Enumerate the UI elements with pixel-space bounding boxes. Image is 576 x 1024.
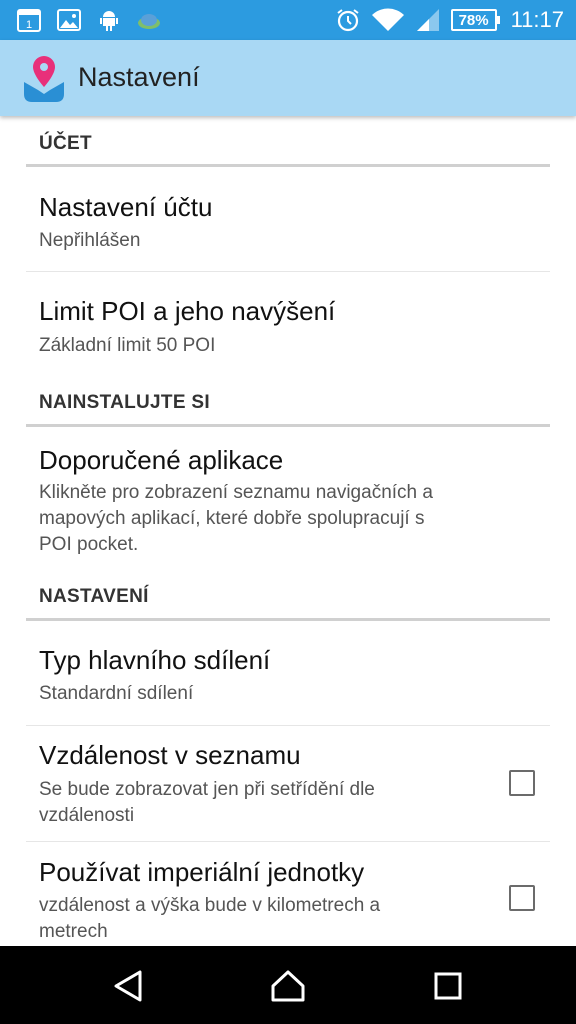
settings-list[interactable]: ÚČET Nastavení účtu Nepřihlášen Limit PO… [0, 116, 576, 946]
pref-summary-line: metrech [39, 921, 108, 942]
pref-summary: Základní limit 50 POI [39, 335, 216, 356]
page-title: Nastavení [78, 62, 200, 92]
navigation-bar [0, 946, 576, 1024]
section-header-label: NAINSTALUJTE SI [39, 392, 210, 413]
section-header-label: NASTAVENÍ [39, 586, 149, 607]
imperial-units-checkbox[interactable] [509, 885, 535, 911]
pref-title: Nastavení účtu [39, 192, 213, 222]
pref-summary-line: mapových aplikací, které dobře spoluprac… [39, 508, 425, 529]
pref-summary-line: vzdálenost a výška bude v kilometrech a [39, 895, 381, 916]
pref-title: Limit POI a jeho navýšení [39, 296, 336, 326]
calendar-day: 1 [26, 19, 32, 31]
section-header-settings: NASTAVENÍ [26, 569, 550, 621]
pref-summary-line: Klikněte pro zobrazení seznamu navigační… [39, 482, 433, 503]
clock: 11:17 [510, 7, 564, 32]
pref-summary: Nepřihlášen [39, 230, 141, 251]
section-header-install: NAINSTALUJTE SI [26, 376, 550, 427]
section-header-label: ÚČET [39, 133, 92, 154]
signal-icon [416, 9, 439, 31]
pref-distance-in-list[interactable]: Vzdálenost v seznamu Se bude zobrazovat … [26, 726, 550, 841]
distance-in-list-checkbox[interactable] [509, 770, 535, 796]
pref-title: Používat imperiální jednotky [39, 857, 365, 887]
pref-summary-line: vzdálenosti [39, 805, 135, 826]
wifi-icon [371, 8, 404, 31]
android-debug-icon [100, 11, 118, 31]
pref-summary-line: POI pocket. [39, 534, 139, 555]
pref-account-settings[interactable]: Nastavení účtu Nepřihlášen [26, 167, 550, 271]
pref-title: Doporučené aplikace [39, 445, 284, 475]
pref-title: Typ hlavního sdílení [39, 645, 271, 675]
pref-share-type[interactable]: Typ hlavního sdílení Standardní sdílení [26, 621, 550, 725]
pref-summary-line: Se bude zobrazovat jen při setřídění dle [39, 779, 375, 800]
pref-imperial-units[interactable]: Používat imperiální jednotky vzdálenost … [26, 842, 550, 946]
section-header-account: ÚČET [26, 116, 550, 167]
back-icon[interactable] [110, 968, 146, 1004]
calendar-icon: 1 [17, 9, 41, 32]
pref-summary: Standardní sdílení [39, 683, 194, 704]
app-notification-icon [138, 14, 160, 29]
pref-recommended-apps[interactable]: Doporučené aplikace Klikněte pro zobraze… [26, 427, 550, 569]
app-logo-icon[interactable] [22, 54, 66, 104]
image-icon [57, 9, 81, 31]
home-icon[interactable] [270, 968, 306, 1004]
recents-icon[interactable] [430, 968, 466, 1004]
status-bar: 1 78% 11:17 [0, 0, 576, 40]
pref-title: Vzdálenost v seznamu [39, 740, 301, 770]
app-bar: Nastavení [0, 40, 576, 116]
battery-indicator: 78% [450, 9, 500, 31]
pref-poi-limit[interactable]: Limit POI a jeho navýšení Základní limit… [26, 272, 550, 376]
alarm-icon [336, 9, 359, 32]
